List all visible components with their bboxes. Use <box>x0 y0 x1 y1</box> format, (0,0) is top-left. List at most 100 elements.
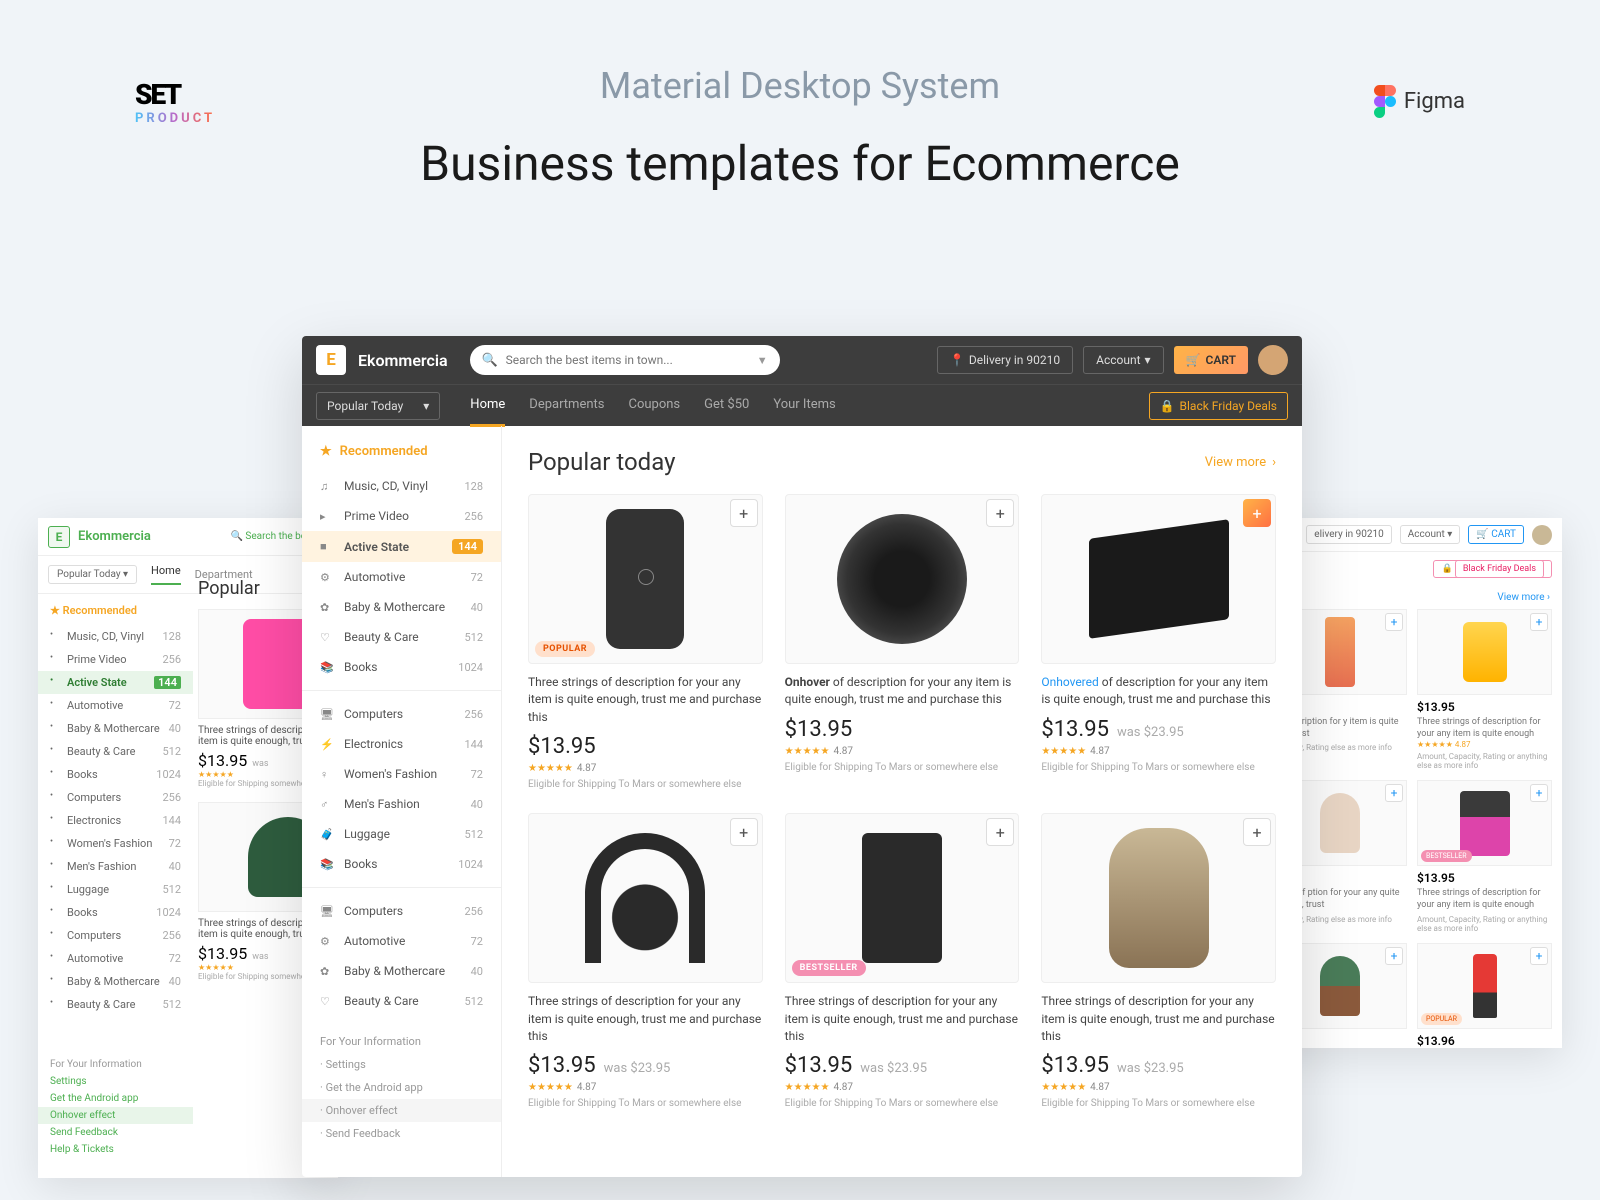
category-icon: ■ <box>320 540 336 553</box>
cart-button[interactable]: 🛒CART <box>1174 346 1248 374</box>
add-button[interactable]: + <box>1530 613 1548 631</box>
sidebar-item[interactable]: •Men's Fashion40 <box>38 855 193 878</box>
product-card[interactable]: + Onhovered of description for your any i… <box>1041 494 1276 791</box>
sidebar-item[interactable]: 🧳Luggage512 <box>302 819 501 849</box>
product-description: Onhovered of description for your any it… <box>1041 674 1276 709</box>
sidebar-item[interactable]: ♡Beauty & Care512 <box>302 986 501 1016</box>
product-card[interactable]: POPULAR+Three strings of description for… <box>528 494 763 791</box>
sidebar-item[interactable]: •Luggage512 <box>38 878 193 901</box>
add-button[interactable]: + <box>1243 499 1271 527</box>
sidebar-item[interactable]: •Books1024 <box>38 763 193 786</box>
sidebar-item[interactable]: •Computers256 <box>38 924 193 947</box>
category-icon: ♫ <box>320 480 336 493</box>
nav-tab[interactable]: Get $50 <box>704 385 749 427</box>
sidebar-item[interactable]: 📚Books1024 <box>302 652 501 682</box>
nav-tab[interactable]: Departments <box>529 385 604 427</box>
add-button[interactable]: + <box>730 499 758 527</box>
sidebar-item[interactable]: ■Active State144 <box>302 531 501 562</box>
add-button[interactable]: + <box>1530 784 1548 802</box>
footer-link[interactable]: Send Feedback <box>50 1124 181 1141</box>
product-price: $13.95 <box>528 1053 596 1078</box>
footer-link[interactable]: · Get the Android app <box>320 1076 483 1099</box>
add-button[interactable]: + <box>1243 818 1271 846</box>
add-button[interactable]: + <box>1385 784 1403 802</box>
sidebar-item[interactable]: •Active State144 <box>38 671 193 694</box>
sidebar-item[interactable]: •Automotive72 <box>38 947 193 970</box>
sidebar-item[interactable]: •Beauty & Care512 <box>38 740 193 763</box>
add-button[interactable]: + <box>986 499 1014 527</box>
deals-button[interactable]: 🔒 Black Friday Deals <box>1433 560 1552 578</box>
sidebar-item[interactable]: ♫Music, CD, Vinyl128 <box>302 471 501 501</box>
add-button[interactable]: + <box>1385 947 1403 965</box>
sidebar-item[interactable]: •Automotive72 <box>38 694 193 717</box>
sidebar-item[interactable]: ✿Baby & Mothercare40 <box>302 956 501 986</box>
category-icon: ♡ <box>320 631 336 644</box>
add-button[interactable]: + <box>986 818 1014 846</box>
account-dropdown[interactable]: Account ▾ <box>1400 525 1461 544</box>
cart-button[interactable]: 🛒 CART <box>1468 525 1524 544</box>
footer-link[interactable]: Get the Android app <box>50 1090 181 1107</box>
sidebar-item[interactable]: •Books1024 <box>38 901 193 924</box>
section-title: Popular today <box>528 448 675 476</box>
add-button[interactable]: + <box>730 818 758 846</box>
popular-dropdown[interactable]: Popular Today▾ <box>316 392 440 420</box>
category-icon: 🖥 <box>320 708 336 721</box>
add-button[interactable]: + <box>1530 947 1548 965</box>
sidebar-item[interactable]: ♀Women's Fashion72 <box>302 759 501 789</box>
sidebar-item[interactable]: 🖥Computers256 <box>302 896 501 926</box>
nav-tab[interactable]: Coupons <box>629 385 681 427</box>
product-card[interactable]: BESTSELLER+Three strings of description … <box>785 813 1020 1110</box>
product-rating: ★★★★★4.87 <box>785 746 1020 757</box>
product-card[interactable]: +Three strings of description for your a… <box>1041 813 1276 1110</box>
sidebar-item[interactable]: •Electronics144 <box>38 809 193 832</box>
sidebar-item[interactable]: ✿Baby & Mothercare40 <box>302 592 501 622</box>
sidebar-item[interactable]: ⚙Automotive72 <box>302 926 501 956</box>
search-input[interactable] <box>470 345 780 375</box>
sidebar-item[interactable]: •Women's Fashion72 <box>38 832 193 855</box>
sidebar-item[interactable]: •Computers256 <box>38 786 193 809</box>
sidebar-item[interactable]: ♡Beauty & Care512 <box>302 622 501 652</box>
setproduct-logo: SET PRODUCT <box>135 78 215 126</box>
product-card[interactable]: + Onhover of description for your any ite… <box>785 494 1020 791</box>
avatar[interactable] <box>1532 525 1552 545</box>
account-dropdown[interactable]: Account▾ <box>1083 346 1163 374</box>
sidebar-item[interactable]: •Beauty & Care512 <box>38 993 193 1016</box>
sidebar-item[interactable]: •Music, CD, Vinyl128 <box>38 625 193 648</box>
sidebar-item[interactable]: 🖥Computers256 <box>302 699 501 729</box>
sidebar-item[interactable]: ⚙Automotive72 <box>302 562 501 592</box>
footer-link[interactable]: Help & Tickets <box>50 1141 181 1158</box>
sidebar-item[interactable]: •Baby & Mothercare40 <box>38 717 193 740</box>
sidebar-item[interactable]: 📚Books1024 <box>302 849 501 879</box>
sidebar-item[interactable]: •Baby & Mothercare40 <box>38 970 193 993</box>
product-price: $13.95 <box>1041 717 1109 742</box>
category-icon: 🧳 <box>320 828 336 841</box>
footer-link[interactable]: Onhover effect <box>38 1107 193 1124</box>
footer-link[interactable]: · Send Feedback <box>320 1122 483 1145</box>
nav-tab[interactable]: Your Items <box>773 385 835 427</box>
tab-home[interactable]: Home <box>151 564 181 585</box>
add-button[interactable]: + <box>1385 613 1403 631</box>
footer-link[interactable]: · Onhover effect <box>302 1099 501 1122</box>
popular-dropdown[interactable]: Popular Today ▾ <box>48 565 137 584</box>
nav-tab[interactable]: Home <box>470 385 505 427</box>
sidebar-item[interactable]: ▸Prime Video256 <box>302 501 501 531</box>
filter-icon[interactable]: ▼ <box>757 354 768 367</box>
sidebar-item[interactable]: •Prime Video256 <box>38 648 193 671</box>
view-more-link[interactable]: View more› <box>1205 455 1276 470</box>
page-subtitle: Material Desktop System <box>0 65 1600 107</box>
sidebar-item[interactable]: ⚡Electronics144 <box>302 729 501 759</box>
sidebar-heading: ★ Recommended <box>38 604 193 625</box>
view-more-link[interactable]: View more › <box>1262 586 1562 609</box>
delivery-button[interactable]: 📍Delivery in 90210 <box>937 346 1073 374</box>
app-preview-main: E Ekommercia 🔍 ▼ 📍Delivery in 90210 Acco… <box>302 336 1302 1177</box>
avatar[interactable] <box>1258 345 1288 375</box>
product-description: Onhover of description for your any item… <box>785 674 1020 709</box>
product-rating: ★★★★★4.87 <box>1041 746 1276 757</box>
footer-link[interactable]: Settings <box>50 1073 181 1090</box>
footer-link[interactable]: · Settings <box>320 1053 483 1076</box>
sidebar-item[interactable]: ♂Men's Fashion40 <box>302 789 501 819</box>
deals-button[interactable]: 🔒Black Friday Deals <box>1149 392 1288 420</box>
category-icon: ♂ <box>320 798 336 811</box>
delivery-button[interactable]: elivery in 90210 <box>1306 525 1391 544</box>
product-card[interactable]: +Three strings of description for your a… <box>528 813 763 1110</box>
